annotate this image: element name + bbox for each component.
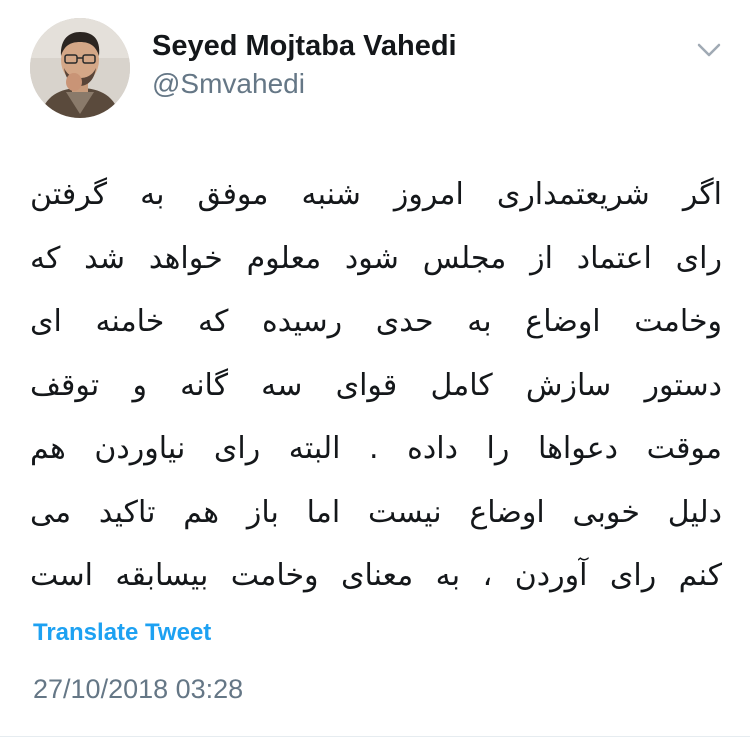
- tweet-text-line: کنم رای آوردن ، به معنای وخامت بیسابقه ا…: [30, 558, 722, 593]
- tweet-text-line: دلیل خوبی اوضاع نیست اما باز هم تاکید می: [30, 494, 722, 530]
- tweet-menu-button[interactable]: [694, 38, 724, 62]
- author-display-name[interactable]: Seyed Mojtaba Vahedi: [152, 30, 457, 63]
- tweet-text-line: موقت دعواها را داده . البته رای نیاوردن …: [30, 431, 722, 466]
- tweet-text-line: وخامت اوضاع به حدی رسیده که خامنه ای: [30, 304, 722, 339]
- tweet-text-line: رای اعتماد از مجلس شود معلوم خواهد شد که: [30, 240, 722, 276]
- tweet-timestamp[interactable]: 27/10/2018 03:28: [33, 674, 243, 705]
- tweet-card: Seyed Mojtaba Vahedi @Smvahedi اگر شریعت…: [0, 0, 750, 745]
- divider: [0, 736, 750, 737]
- author-handle[interactable]: @Smvahedi: [152, 68, 305, 100]
- tweet-text-line: دستور سازش کامل قوای سه گانه و توقف: [30, 367, 722, 403]
- avatar-image: [30, 18, 130, 118]
- tweet-text-line: اگر شریعتمداری امروز شنبه موفق به گرفتن: [30, 177, 722, 212]
- avatar[interactable]: [30, 18, 130, 118]
- tweet-text: اگر شریعتمداری امروز شنبه موفق به گرفتن …: [30, 163, 722, 608]
- chevron-down-icon: [697, 43, 721, 57]
- translate-tweet-link[interactable]: Translate Tweet: [33, 619, 211, 647]
